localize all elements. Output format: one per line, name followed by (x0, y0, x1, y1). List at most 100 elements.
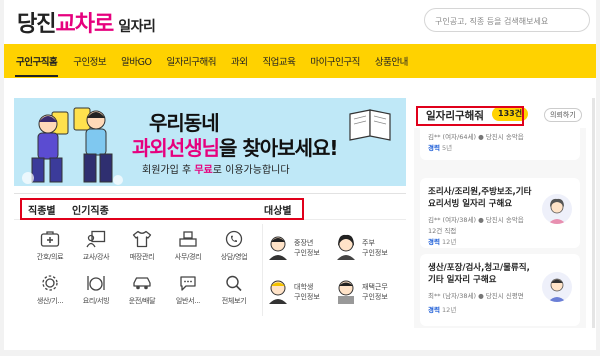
target-label: 주부구인정보 (362, 238, 388, 258)
phone-icon (225, 230, 243, 248)
card-experience: 경력 5년 (428, 142, 452, 152)
target-label-line2: 구인정보 (294, 249, 320, 257)
logo-text-section: 일자리 (118, 19, 156, 35)
nav-item-my-jobs[interactable]: 마이구인구직 (310, 54, 360, 68)
job-request-panel: 일자리구해줘 133건 의뢰하기 김** (여자/64세) ● 당진시 송악읍 … (414, 98, 586, 328)
category-label: 일반서... (175, 297, 201, 305)
job-request-card[interactable]: 김** (여자/64세) ● 당진시 송악읍 경력 5년 (420, 128, 580, 160)
card-experience-value: 12년 (442, 306, 457, 314)
nav-item-albago[interactable]: 알바GO (121, 54, 152, 68)
book-icon (349, 109, 391, 141)
category-item-office[interactable]: 사무/경리 (166, 230, 210, 270)
tutor-banner[interactable]: 우리동네 과외선생님을 찾아보세요! 회원가입 후 무료로 이용가능합니다 (14, 98, 406, 186)
banner-title-rest: 을 찾아보세요! (219, 136, 338, 160)
category-item-store[interactable]: 매장관리 (120, 230, 164, 270)
category-label: 요리/서빙 (82, 297, 110, 305)
target-label-line2: 구인정보 (362, 249, 388, 257)
banner-subtitle-pre: 회원가입 후 (142, 165, 195, 176)
site-header: 당진 교차로 일자리 (4, 0, 596, 44)
person-avatar-icon (548, 278, 566, 302)
category-label: 사무/경리 (174, 253, 202, 261)
category-label: 교사/강사 (82, 253, 110, 261)
category-item-view-all[interactable]: 전체보기 (212, 274, 256, 314)
card-person-meta: 김** (여자/38세) ● 당진시 송악읍 (428, 216, 524, 224)
main-nav: 구인구직홈 구인정보 알바GO 일자리구해줘 과외 직업교육 마이구인구직 상품… (4, 44, 596, 78)
request-button[interactable]: 의뢰하기 (544, 108, 582, 122)
category-label: 매장관리 (129, 253, 155, 261)
nav-item-find-job-for-me[interactable]: 일자리구해줘 (167, 54, 217, 68)
job-request-card[interactable]: 조리사/조리원,주방보조,기타 요리서빙 일자리 구해요 김** (여자/38세… (420, 178, 580, 248)
card-title-line1: 생산/포장/검사,청고/물류직, (428, 263, 530, 273)
category-label: 간호/의료 (36, 253, 64, 261)
avatar (542, 272, 572, 302)
nav-item-job-training[interactable]: 직업교육 (262, 54, 295, 68)
target-label: 중장년구인정보 (294, 238, 320, 258)
target-item-remote-work[interactable]: 재택근무 구인정보 (334, 278, 404, 312)
first-aid-icon (40, 231, 60, 247)
card-person-meta: 김** (여자/64세) ● 당진시 송악읍 (428, 133, 524, 141)
target-label-line1: 주부 (362, 239, 375, 247)
category-item-general-service[interactable]: 일반서... (166, 274, 210, 314)
card-experience-label: 경력 (428, 306, 440, 314)
category-item-sales[interactable]: 상담/영업 (212, 230, 256, 270)
logo-text-brand: 교차로 (55, 12, 114, 37)
teacher-icon (86, 230, 106, 248)
category-label: 상담/영업 (220, 253, 248, 261)
target-label: 재택근무 구인정보 (362, 282, 388, 302)
card-title-line2: 요리서빙 일자리 구해요 (428, 199, 513, 209)
target-label-line1: 재택근무 (362, 283, 388, 291)
target-item-middle-aged[interactable]: 중장년구인정보 (266, 234, 336, 268)
category-label: 생산/기... (36, 297, 64, 305)
card-experience-label: 경력 (428, 238, 440, 246)
office-icon (179, 231, 197, 247)
shirt-icon (132, 230, 152, 248)
site-logo[interactable]: 당진 교차로 일자리 (17, 6, 156, 37)
category-label: 전체보기 (221, 297, 247, 305)
scrollbar[interactable] (592, 98, 595, 328)
card-experience-label: 경력 (428, 144, 440, 152)
search-input[interactable] (435, 10, 579, 33)
target-label: 대학생 구인정보 (294, 282, 320, 302)
card-person-meta: 최** (남자/38세) ● 당진시 신평면 (428, 292, 524, 300)
chat-icon (180, 276, 196, 291)
category-divider (262, 224, 263, 316)
remote-work-icon (338, 280, 354, 304)
nav-item-job-info[interactable]: 구인정보 (73, 54, 106, 68)
logo-text-region: 당진 (17, 12, 56, 37)
car-icon (133, 277, 151, 290)
card-experience-value: 5년 (442, 144, 453, 152)
category-item-driving[interactable]: 운전/배달 (120, 274, 164, 314)
student-icon (269, 280, 287, 304)
nav-item-products[interactable]: 상품안내 (375, 54, 408, 68)
target-item-homemaker[interactable]: 주부구인정보 (334, 234, 404, 268)
nav-item-home[interactable]: 구인구직홈 (14, 54, 59, 77)
homemaker-icon (337, 234, 355, 260)
job-request-card[interactable]: 생산/포장/검사,청고/물류직, 기타 일자리 구해요 최** (남자/38세)… (420, 254, 580, 326)
highlight-box-category-tabs (20, 198, 304, 220)
category-item-teacher[interactable]: 교사/강사 (74, 230, 118, 270)
banner-title-line2: 과외선생님을 찾아보세요! (132, 132, 338, 161)
browser-frame: 당진 교차로 일자리 구인구직홈 구인정보 알바GO 일자리구해줘 과외 직업교… (4, 0, 596, 350)
card-title-line1: 조리사/조리원,주방보조,기타 (428, 187, 532, 197)
card-experience-value: 12년 (442, 238, 457, 246)
middle-aged-icon (269, 236, 287, 260)
highlight-box-job-request-title (416, 106, 524, 126)
avatar (542, 194, 572, 224)
target-label-line1: 대학생 (294, 283, 314, 291)
search-icon (226, 275, 242, 292)
card-count-line: 12건 직접 (428, 227, 457, 235)
person-avatar-icon (548, 198, 566, 224)
category-item-cooking[interactable]: 요리/서빙 (74, 274, 118, 314)
category-item-medical[interactable]: 간호/의료 (28, 230, 72, 270)
card-experience: 경력 12년 (428, 236, 456, 246)
banner-subtitle-accent: 무료 (194, 165, 213, 176)
banner-subtitle-post: 로 이용가능합니다 (212, 165, 290, 176)
target-item-college-student[interactable]: 대학생 구인정보 (266, 278, 336, 312)
category-item-production[interactable]: 생산/기... (28, 274, 72, 314)
banner-illustration (22, 107, 123, 185)
page: 당진 교차로 일자리 구인구직홈 구인정보 알바GO 일자리구해줘 과외 직업교… (0, 0, 600, 356)
target-label-line1: 중장년 (294, 239, 314, 247)
category-label: 운전/배달 (128, 297, 156, 305)
gear-icon (42, 275, 58, 291)
nav-item-tutoring[interactable]: 과외 (231, 54, 248, 68)
